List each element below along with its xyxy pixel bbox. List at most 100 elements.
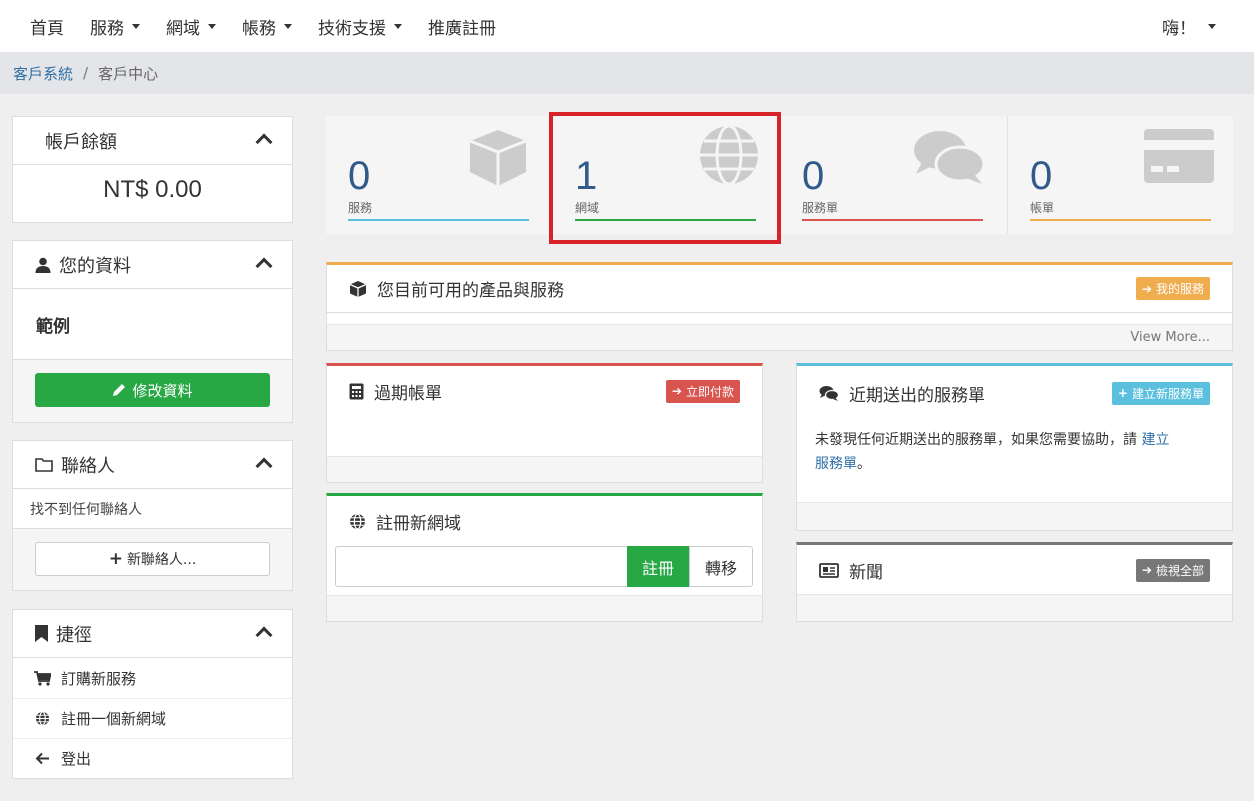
shortcuts-panel-header[interactable]: 捷徑: [13, 610, 292, 658]
pay-now-badge[interactable]: ➔ 立即付款: [665, 379, 740, 403]
nav-label: 首頁: [30, 18, 64, 39]
transfer-button[interactable]: 轉移: [689, 546, 753, 587]
add-contact-button[interactable]: + 新聯絡人...: [35, 542, 270, 576]
caret-down-icon: [284, 23, 292, 29]
view-all-news-badge[interactable]: ➔ 檢視全部: [1135, 558, 1210, 582]
stat-invoices[interactable]: 0 帳單: [1007, 116, 1234, 234]
cart-icon: [33, 670, 51, 686]
stat-tickets[interactable]: 0 服務單: [780, 116, 1007, 234]
caret-down-icon: [394, 23, 402, 29]
bookmark-icon: [35, 625, 48, 642]
caret-down-icon: [208, 23, 216, 29]
news-panel-header: 新聞 ➔ 檢視全部: [797, 545, 1232, 595]
shortcut-register-domain[interactable]: 註冊一個新網域: [13, 698, 292, 738]
stat-value: 0: [802, 154, 825, 198]
breadcrumb-current: 客戶中心: [98, 64, 159, 83]
stat-label: 服務單: [802, 201, 839, 215]
plus-icon: +: [1117, 386, 1128, 400]
nav-label: 網域: [166, 18, 200, 39]
chevron-up-icon[interactable]: [255, 626, 273, 644]
nav-item-home[interactable]: 首頁: [0, 0, 77, 52]
comments-icon: [819, 385, 839, 401]
balance-title: 帳戶餘額: [45, 131, 117, 153]
news-panel: 新聞 ➔ 檢視全部: [796, 542, 1233, 622]
arrow-right-icon: ➔: [1141, 563, 1152, 577]
contacts-panel: 聯絡人 找不到任何聯絡人 + 新聯絡人...: [12, 440, 293, 591]
create-ticket-link-cont[interactable]: 服務單: [815, 456, 857, 472]
contacts-empty-text: 找不到任何聯絡人: [30, 501, 142, 518]
tickets-empty-text: 未發現任何近期送出的服務單，如果您需要協助，請: [815, 432, 1137, 448]
recent-tickets-panel: 近期送出的服務單 + 建立新服務單 未發現任何近期送出的服務單，如果您需要協助，…: [796, 363, 1233, 531]
overdue-title: 過期帳單: [374, 383, 442, 404]
chevron-up-icon[interactable]: [255, 133, 273, 151]
new-ticket-label: 建立新服務單: [1131, 386, 1204, 401]
shortcuts-title: 捷徑: [56, 624, 92, 646]
comments-icon: [912, 128, 986, 190]
caret-down-icon: [1208, 23, 1216, 29]
my-services-label: 我的服務: [1155, 282, 1204, 296]
register-button[interactable]: 註冊: [627, 546, 689, 587]
user-icon: [35, 257, 51, 273]
nav-item-domains[interactable]: 網域: [153, 0, 229, 52]
shortcut-logout[interactable]: 登出: [13, 738, 292, 778]
domain-search-input[interactable]: [335, 546, 627, 587]
stat-label: 服務: [348, 201, 373, 215]
profile-panel-header[interactable]: 您的資料: [13, 241, 292, 289]
nav-item-services[interactable]: 服務: [77, 0, 153, 52]
top-navbar: 首頁 服務 網域 帳務 技術支援 推廣註冊 嗨！: [0, 0, 1254, 52]
stat-value: 0: [348, 154, 371, 198]
new-ticket-badge[interactable]: + 建立新服務單: [1111, 381, 1210, 405]
globe-icon: [349, 512, 366, 530]
arrow-right-icon: ➔: [671, 384, 682, 398]
tickets-title: 近期送出的服務單: [849, 385, 985, 406]
stat-value: 0: [1030, 154, 1053, 198]
user-menu[interactable]: 嗨！: [1162, 0, 1216, 52]
products-panel-header: 您目前可用的產品與服務 ➔ 我的服務: [327, 265, 1232, 313]
profile-name: 範例: [36, 316, 70, 337]
nav-item-support[interactable]: 技術支援: [305, 0, 415, 52]
stat-underline: [1030, 219, 1211, 221]
profile-panel: 您的資料 範例 修改資料: [12, 240, 293, 423]
stat-label: 帳單: [1030, 201, 1055, 215]
products-panel: 您目前可用的產品與服務 ➔ 我的服務 View More...: [326, 262, 1233, 351]
nav-label: 技術支援: [318, 18, 386, 39]
pay-now-label: 立即付款: [685, 384, 734, 399]
shortcut-order-services[interactable]: 訂購新服務: [13, 658, 292, 698]
folder-icon: [35, 457, 53, 472]
balance-panel-header[interactable]: 帳戶餘額: [13, 117, 292, 165]
overdue-invoices-panel: 過期帳單 ➔ 立即付款: [326, 363, 763, 483]
tickets-panel-header: 近期送出的服務單 + 建立新服務單: [797, 366, 1232, 420]
nav-label: 帳務: [242, 18, 276, 39]
shortcut-label: 登出: [61, 750, 92, 768]
nav-item-billing[interactable]: 帳務: [229, 0, 305, 52]
stat-underline: [802, 219, 983, 221]
news-footer: [797, 594, 1232, 621]
register-domain-title: 註冊新網域: [376, 513, 461, 534]
view-more-link[interactable]: View More...: [327, 324, 1232, 350]
chevron-up-icon[interactable]: [255, 457, 273, 475]
stat-services[interactable]: 0 服務: [326, 116, 553, 234]
contacts-panel-header[interactable]: 聯絡人: [13, 441, 292, 489]
breadcrumb-separator: /: [83, 64, 89, 82]
balance-panel: 帳戶餘額 NT$ 0.00: [12, 116, 293, 223]
breadcrumb: 客戶系統 / 客戶中心: [0, 52, 1254, 94]
highlight-box: [549, 112, 781, 244]
shortcut-label: 訂購新服務: [61, 669, 137, 688]
arrow-right-icon: ➔: [1141, 281, 1152, 296]
newspaper-icon: [819, 562, 839, 578]
balance-amount: NT$ 0.00: [103, 176, 202, 203]
overdue-footer: [327, 456, 762, 482]
edit-profile-button[interactable]: 修改資料: [35, 373, 270, 407]
domain-search-group: 註冊 轉移: [335, 546, 753, 587]
nav-item-affiliates[interactable]: 推廣註冊: [415, 0, 509, 52]
tickets-suffix: 。: [857, 456, 871, 472]
shortcuts-panel: 捷徑 訂購新服務 註冊一個新網域 登出: [12, 609, 293, 779]
arrow-left-icon: [33, 752, 51, 765]
create-ticket-link[interactable]: 建立: [1141, 432, 1169, 448]
edit-profile-label: 修改資料: [132, 381, 193, 400]
chevron-up-icon[interactable]: [255, 257, 273, 275]
stat-underline: [348, 219, 529, 221]
my-services-badge[interactable]: ➔ 我的服務: [1135, 277, 1210, 300]
breadcrumb-root-link[interactable]: 客戶系統: [13, 63, 73, 84]
tickets-body: 未發現任何近期送出的服務單，如果您需要協助，請 建立 服務單。: [797, 420, 1232, 476]
